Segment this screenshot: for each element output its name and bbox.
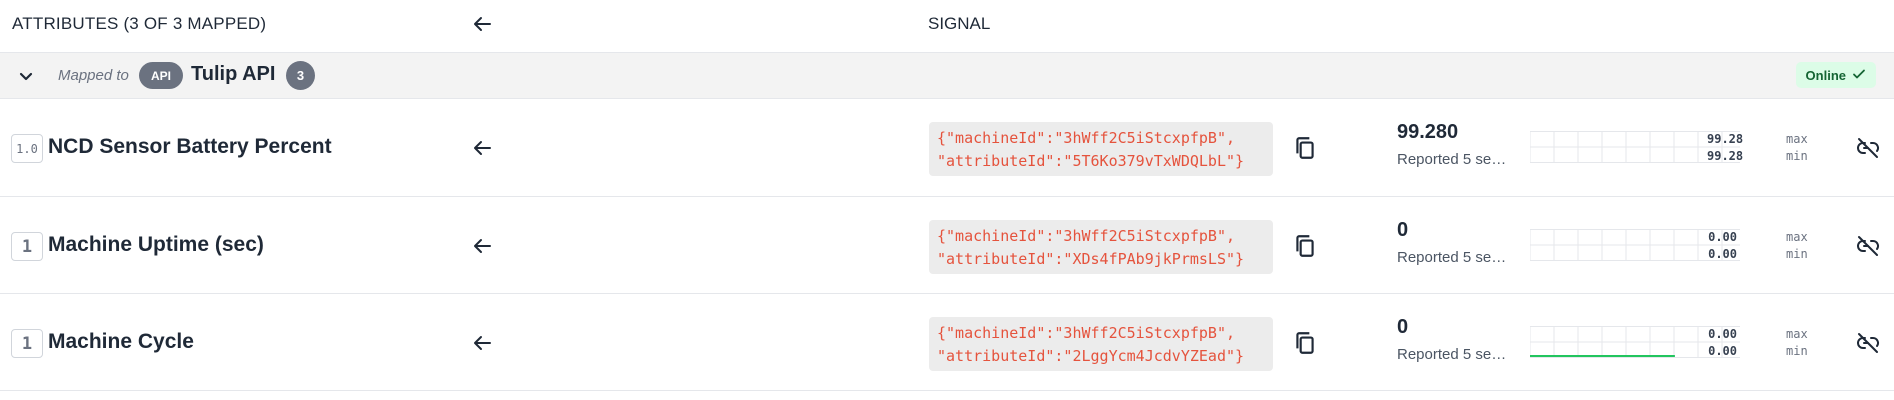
arrow-left-icon bbox=[470, 331, 494, 355]
sparkline-min-value: 0.00 bbox=[1708, 247, 1737, 261]
type-badge: 1.0 bbox=[11, 134, 43, 163]
attribute-name: NCD Sensor Battery Percent bbox=[48, 135, 332, 158]
current-value: 0 bbox=[1397, 316, 1409, 338]
arrow-left-icon bbox=[470, 12, 494, 36]
sparkline-min-label: min bbox=[1786, 247, 1808, 261]
signal-title: SIGNAL bbox=[928, 14, 991, 33]
signal-code-line-2: "attributeId":"XDs4fPAb9jkPrmsLS"} bbox=[937, 250, 1245, 268]
signal-code[interactable]: {"machineId":"3hWff2C5iStcxpfpB", "attrib… bbox=[929, 122, 1273, 176]
current-value: 99.280 bbox=[1397, 121, 1459, 143]
unlink-icon[interactable] bbox=[1856, 234, 1880, 258]
signal-code-line-2: "attributeId":"5T6Ko379vTxWDQLbL"} bbox=[937, 152, 1245, 170]
reported-time: Reported 5 seconds ago bbox=[1397, 249, 1509, 266]
api-badge: API bbox=[139, 62, 183, 89]
reported-time: Reported 5 seconds ago bbox=[1397, 151, 1509, 168]
attribute-row: 1 Machine Cycle {"machineId":"3hWff2C5iS… bbox=[0, 294, 1894, 391]
attributes-header: ATTRIBUTES (3 OF 3 MAPPED) SIGNAL bbox=[0, 0, 1894, 53]
sparkline-max-label: max bbox=[1786, 327, 1808, 341]
sparkline-min-value: 99.28 bbox=[1707, 149, 1744, 163]
reported-time: Reported 5 seconds ago bbox=[1397, 346, 1509, 363]
signal-code-line-1: {"machineId":"3hWff2C5iStcxpfpB", bbox=[937, 129, 1236, 147]
current-value: 0 bbox=[1397, 219, 1409, 241]
copy-icon[interactable] bbox=[1292, 330, 1318, 356]
arrow-left-icon bbox=[470, 136, 494, 160]
mapping-group-header[interactable]: Mapped to API Tulip API 3 Online bbox=[0, 53, 1894, 99]
attribute-name: Machine Uptime (sec) bbox=[48, 233, 264, 256]
signal-code[interactable]: {"machineId":"3hWff2C5iStcxpfpB", "attrib… bbox=[929, 220, 1273, 274]
copy-icon[interactable] bbox=[1292, 135, 1318, 161]
arrow-left-icon bbox=[470, 234, 494, 258]
signal-code-line-1: {"machineId":"3hWff2C5iStcxpfpB", bbox=[937, 227, 1236, 245]
chevron-down-icon[interactable] bbox=[16, 66, 36, 86]
sparkline-max-label: max bbox=[1786, 132, 1808, 146]
check-icon bbox=[1852, 67, 1866, 84]
status-label: Online bbox=[1805, 67, 1846, 83]
attribute-row: 1 Machine Uptime (sec) {"machineId":"3hW… bbox=[0, 197, 1894, 294]
sparkline-max-value: 0.00 bbox=[1708, 230, 1737, 244]
signal-code-line-1: {"machineId":"3hWff2C5iStcxpfpB", bbox=[937, 324, 1236, 342]
sparkline-max-value: 0.00 bbox=[1708, 327, 1737, 341]
mapped-count-badge: 3 bbox=[286, 61, 315, 90]
sparkline-max-label: max bbox=[1786, 230, 1808, 244]
type-badge: 1 bbox=[11, 232, 43, 261]
copy-icon[interactable] bbox=[1292, 233, 1318, 259]
attribute-name: Machine Cycle bbox=[48, 330, 194, 353]
signal-code[interactable]: {"machineId":"3hWff2C5iStcxpfpB", "attrib… bbox=[929, 317, 1273, 371]
unlink-icon[interactable] bbox=[1856, 136, 1880, 160]
sparkline-min-value: 0.00 bbox=[1708, 344, 1737, 358]
sparkline-max-value: 99.28 bbox=[1707, 132, 1744, 146]
status-badge: Online bbox=[1795, 62, 1876, 88]
attribute-row: 1.0 NCD Sensor Battery Percent {"machine… bbox=[0, 99, 1894, 197]
api-name[interactable]: Tulip API bbox=[191, 63, 275, 86]
type-badge: 1 bbox=[11, 329, 43, 358]
sparkline-min-label: min bbox=[1786, 344, 1808, 358]
sparkline-min-label: min bbox=[1786, 149, 1808, 163]
unlink-icon[interactable] bbox=[1856, 331, 1880, 355]
mapped-to-label: Mapped to bbox=[58, 67, 129, 84]
attributes-title: ATTRIBUTES (3 OF 3 MAPPED) bbox=[12, 14, 267, 33]
signal-code-line-2: "attributeId":"2LggYcm4JcdvYZEad"} bbox=[937, 347, 1245, 365]
